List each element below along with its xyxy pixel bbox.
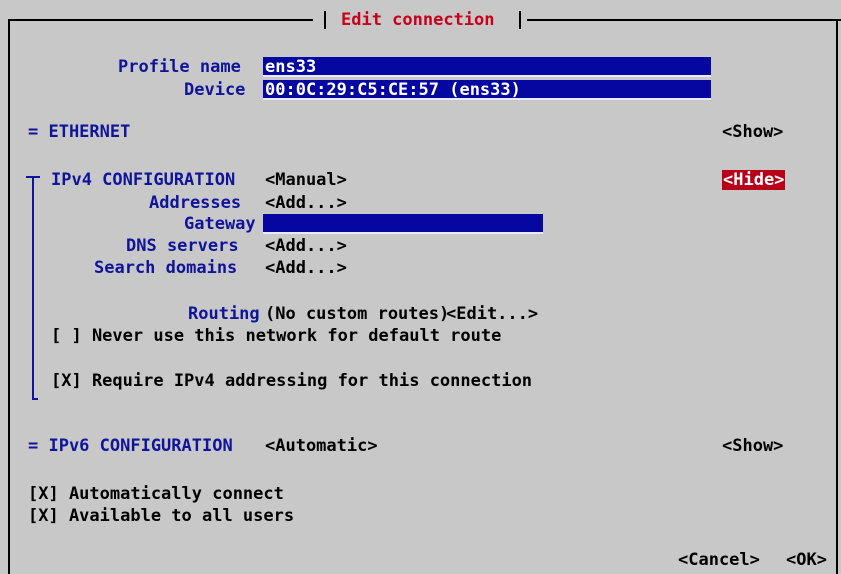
title-bracket-right	[519, 11, 521, 29]
profile-name-label: Profile name	[118, 57, 241, 77]
ipv6-method-dropdown[interactable]: <Automatic>	[265, 436, 378, 456]
all-users-checkbox[interactable]: [X] Available to all users	[28, 506, 294, 526]
dialog-title: Edit connection	[341, 10, 495, 30]
never-default-route-checkbox[interactable]: [ ] Never use this network for default r…	[51, 326, 501, 346]
device-label: Device	[184, 80, 246, 100]
addresses-add-button[interactable]: <Add...>	[265, 193, 347, 213]
ipv4-method-dropdown[interactable]: <Manual>	[265, 170, 347, 190]
require-ipv4-checkbox[interactable]: [X] Require IPv4 addressing for this con…	[51, 371, 532, 391]
gateway-label: Gateway	[184, 214, 256, 234]
ipv6-show-button[interactable]: <Show>	[722, 436, 783, 456]
cancel-button[interactable]: <Cancel>	[678, 550, 760, 570]
routing-edit-button[interactable]: <Edit...>	[446, 304, 538, 324]
device-input[interactable]: 00:0C:29:C5:CE:57 (ens33)	[263, 80, 711, 100]
ipv6-section-label: = IPv6 CONFIGURATION	[28, 436, 233, 456]
search-domains-add-button[interactable]: <Add...>	[265, 258, 347, 278]
gateway-input[interactable]	[263, 214, 543, 234]
addresses-label: Addresses	[149, 193, 242, 213]
routing-label: Routing	[188, 304, 260, 324]
search-domains-label: Search domains	[94, 258, 238, 278]
ipv4-hide-button[interactable]: <Hide>	[722, 170, 786, 190]
ethernet-section-label: = ETHERNET	[28, 122, 131, 142]
ok-button[interactable]: <OK>	[786, 550, 827, 570]
window-frame-left	[8, 19, 10, 574]
ipv4-bracket	[32, 176, 34, 400]
window-frame-right	[836, 19, 838, 574]
dns-add-button[interactable]: <Add...>	[265, 236, 347, 256]
routing-value: (No custom routes)	[265, 304, 450, 324]
ipv4-section-label: IPv4 CONFIGURATION	[51, 170, 236, 190]
dns-servers-label: DNS servers	[126, 236, 239, 256]
ethernet-show-button[interactable]: <Show>	[722, 122, 783, 142]
auto-connect-checkbox[interactable]: [X] Automatically connect	[28, 484, 284, 504]
ipv4-bracket-bottom	[32, 398, 38, 400]
profile-name-input[interactable]: ens33	[263, 57, 711, 77]
title-bracket-left	[324, 11, 326, 29]
window-frame-top-right	[527, 19, 841, 21]
window-frame-top-left	[8, 19, 313, 21]
